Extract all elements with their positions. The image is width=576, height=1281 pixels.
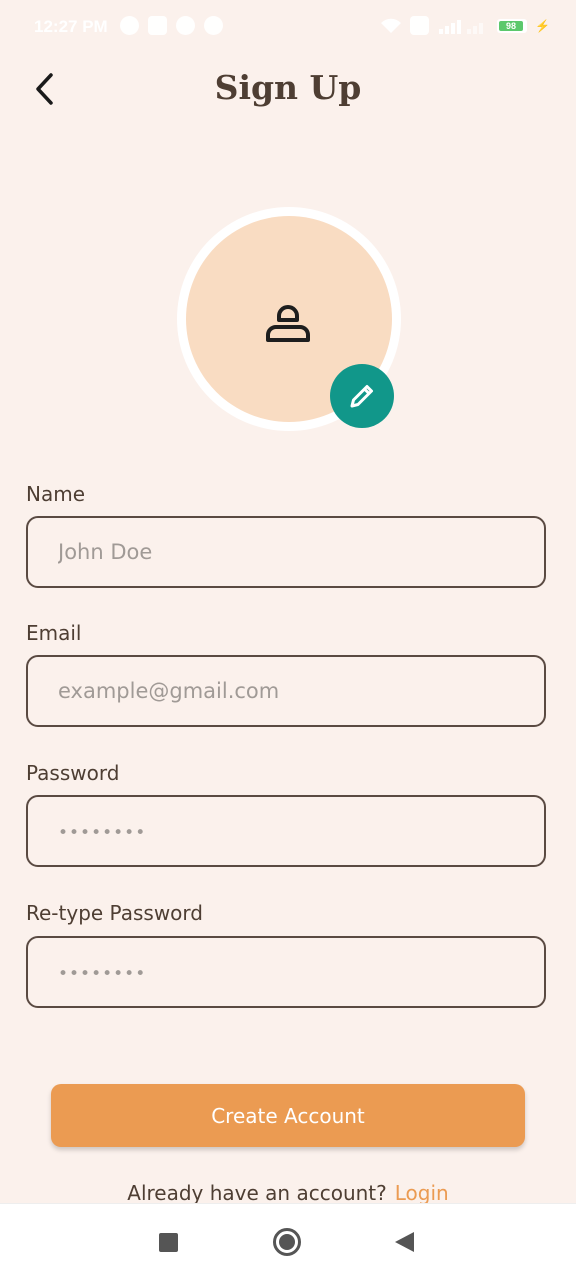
- login-prompt: Already have an account? Login: [0, 1181, 576, 1205]
- charging-icon: ⚡: [535, 18, 550, 33]
- home-icon[interactable]: [273, 1228, 301, 1256]
- name-field[interactable]: [26, 516, 546, 588]
- signal-icon: [439, 19, 484, 34]
- settings-icon: [176, 16, 195, 35]
- create-account-button[interactable]: Create Account: [51, 1084, 525, 1147]
- status-bar: 12:27 PM 98 ⚡: [0, 0, 576, 56]
- screen-icon: [410, 16, 430, 35]
- edit-avatar-button[interactable]: [330, 364, 394, 428]
- password-field[interactable]: [26, 795, 546, 867]
- battery-icon: 98: [497, 18, 528, 33]
- retype-password-field[interactable]: [26, 936, 546, 1008]
- pencil-icon: [350, 385, 373, 408]
- recents-icon[interactable]: [159, 1233, 178, 1252]
- password-label: Password: [26, 761, 120, 785]
- name-label: Name: [26, 482, 86, 506]
- message-icon: [148, 16, 167, 35]
- email-label: Email: [26, 621, 82, 645]
- retype-password-label: Re-type Password: [26, 901, 203, 925]
- status-icons-right: 98 ⚡: [380, 16, 550, 35]
- system-nav-bar: [0, 1203, 576, 1281]
- status-time: 12:27 PM: [34, 17, 108, 36]
- login-link[interactable]: Login: [395, 1181, 449, 1205]
- person-icon: [266, 305, 310, 342]
- page-title: Sign Up: [214, 68, 362, 107]
- email-field[interactable]: [26, 655, 546, 727]
- wifi-icon: [381, 18, 402, 33]
- battery-level: 98: [499, 20, 524, 31]
- have-account-text: Already have an account?: [127, 1181, 387, 1205]
- alarm-icon: [120, 16, 139, 35]
- chrome-icon: [204, 16, 223, 35]
- status-icons-left: [120, 16, 223, 35]
- back-icon[interactable]: [395, 1232, 414, 1252]
